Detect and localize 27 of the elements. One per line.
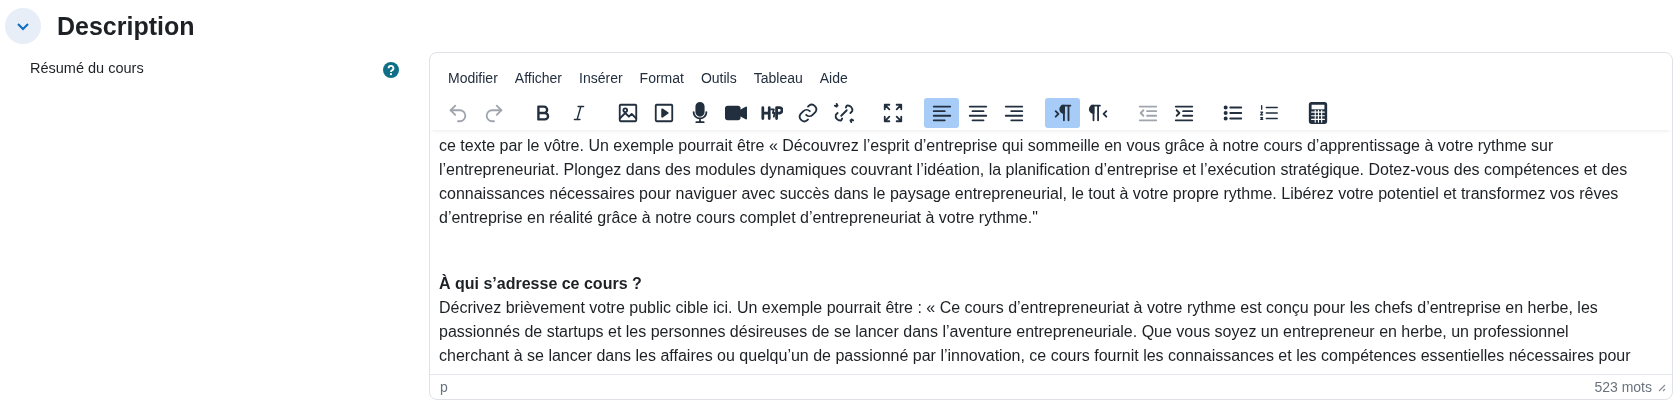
help-icon[interactable]	[383, 62, 399, 78]
rtl-paragraph-icon	[1087, 102, 1110, 124]
menu-item[interactable]: Modifier	[440, 68, 506, 88]
toolbar-button[interactable]	[1045, 98, 1080, 128]
collapse-toggle[interactable]	[5, 8, 41, 44]
menu-item[interactable]: Aide	[811, 68, 856, 88]
image-icon	[616, 102, 639, 124]
fullscreen-icon	[881, 102, 904, 124]
paragraph: ce texte par le vôtre. Un exemple pourrait être « Découvrez l’esprit d’entreprise qui sommeille en vous grâce à notre cours d’apprentissage à votre rythme sur l’entrepreneuriat. Plongez dans des modules dynamiques couvrant l’idéation, la planification d’entreprise et l’exécution stratégique. Dotez-vous des compétences et des connaissances nécessaires pour naviguer avec succès dans le paysage entrepreneurial, le tout à votre propre rythme. Libérez votre potentiel et transformez vos rêves d’entreprise en réalité grâce à notre cours complet d’entrepreneuriat à votre rythme."	[439, 136, 1629, 228]
resize-handle-icon[interactable]	[1656, 382, 1666, 392]
paragraph: Décrivez brièvement votre public cible ici. Un exemple pourrait être : « Ce cours d’entrepreneuriat à votre rythme est conçu pour les chefs d’entreprise en herbe, les passionnés de startups et les personnes désireuses de se lancer dans l’aventure entrepreneuriale. Que vous soyez un entrepreneur en herbe, un professionnel cherchant à se lancer dans les affaires ou quelqu’un de passionné par l’innovation, ce cours fournit les connaissances et les compétences essentielles nécessaires pour	[439, 298, 1632, 366]
play-icon	[652, 102, 675, 124]
element-path[interactable]: p	[440, 379, 1591, 395]
field-label: Résumé du cours	[30, 60, 144, 76]
menu-item[interactable]: Tableau	[745, 68, 811, 88]
section-title: Description	[57, 11, 195, 41]
word-count: 523 mots	[1594, 379, 1652, 395]
menu-item[interactable]: Afficher	[506, 68, 570, 88]
rich-text-editor[interactable]	[429, 52, 1673, 400]
menu-item[interactable]: Outils	[692, 68, 745, 88]
toolbar-button[interactable]	[924, 98, 959, 128]
link-icon	[796, 102, 819, 124]
menu-item[interactable]: Insérer	[571, 68, 631, 88]
broken-link-icon	[832, 102, 855, 124]
heading: À qui s’adresse ce cours ?	[439, 273, 643, 294]
menu-item[interactable]: Format	[631, 68, 692, 88]
calculator-icon	[1306, 102, 1329, 124]
